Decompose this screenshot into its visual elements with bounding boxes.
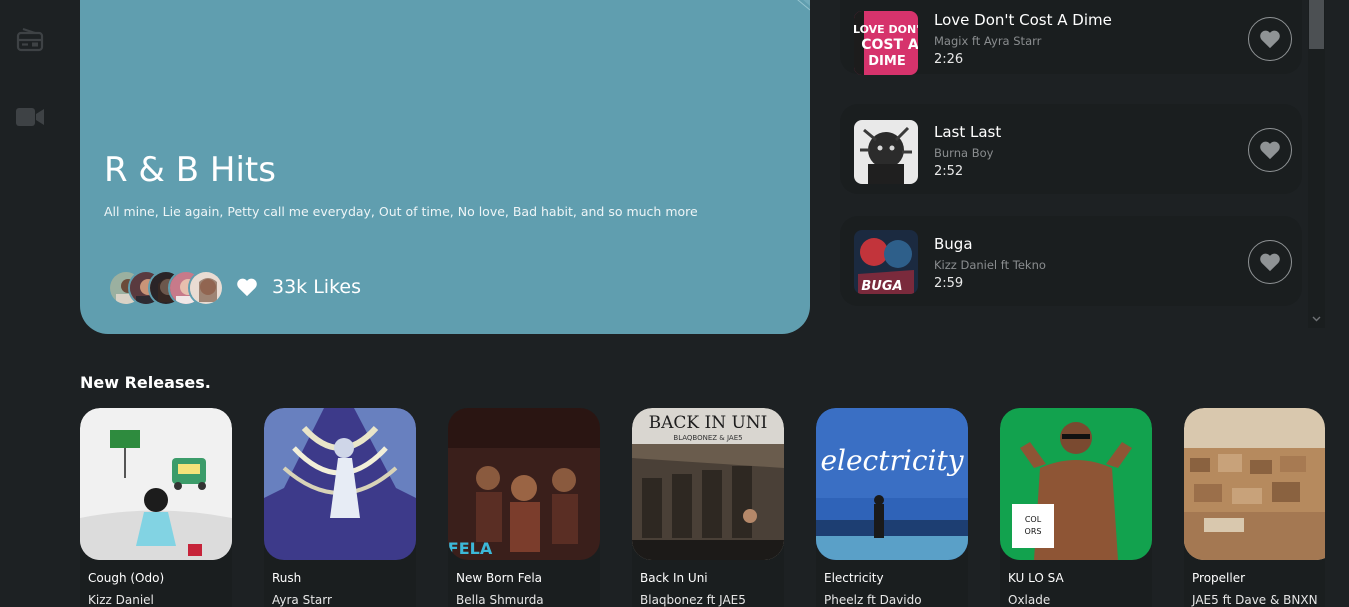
album-cover: FELA <box>448 408 600 560</box>
music-app: R & B Hits All mine, Lie again, Petty ca… <box>0 0 1349 607</box>
heart-icon <box>1260 253 1280 272</box>
release-artist: Bella Shmurda <box>456 593 544 607</box>
album-cover: BACK IN UNI BLAQBONEZ & JAE5 <box>632 408 784 560</box>
svg-text:COST A: COST A <box>861 37 918 53</box>
svg-text:electricity: electricity <box>820 444 964 477</box>
svg-text:DIME: DIME <box>868 54 905 69</box>
release-artist: Ayra Starr <box>272 593 332 607</box>
likes-label: 33k Likes <box>272 276 361 298</box>
album-cover: electricity <box>816 408 968 560</box>
album-cover: LOVE DON'T COST A DIME <box>854 11 918 75</box>
release-title: Back In Uni <box>640 571 708 585</box>
release-title: Electricity <box>824 571 884 585</box>
svg-text:LOVE DON'T: LOVE DON'T <box>854 23 918 36</box>
svg-text:BLAQBONEZ & JAE5: BLAQBONEZ & JAE5 <box>673 434 742 442</box>
release-card[interactable]: Propeller JAE5 ft Dave & BNXN <box>1184 408 1325 607</box>
release-artist: Oxlade <box>1008 593 1051 607</box>
favorite-button[interactable] <box>1248 17 1292 61</box>
release-card[interactable]: BACK IN UNI BLAQBONEZ & JAE5 Back In Uni… <box>632 408 784 607</box>
release-artist: Blaqbonez ft JAE5 <box>640 593 746 607</box>
top-charts-list: LOVE DON'T COST A DIME Love Don't Cost A… <box>838 0 1308 326</box>
release-title: Cough (Odo) <box>88 571 165 585</box>
sidebar <box>0 0 62 607</box>
song-duration: 2:52 <box>934 164 964 179</box>
favorite-button[interactable] <box>1248 128 1292 172</box>
release-card[interactable]: FELA New Born Fela Bella Shmurda <box>448 408 600 607</box>
radio-icon[interactable] <box>15 27 45 53</box>
song-title: Buga <box>934 235 973 253</box>
album-cover: BUGA <box>854 230 918 294</box>
release-title: Rush <box>272 571 302 585</box>
release-artist: Pheelz ft Davido <box>824 593 922 607</box>
heart-icon[interactable] <box>236 277 258 297</box>
release-title: Propeller <box>1192 571 1246 585</box>
song-title: Love Don't Cost A Dime <box>934 11 1112 29</box>
album-cover <box>80 408 232 560</box>
song-title: Last Last <box>934 123 1002 141</box>
song-duration: 2:26 <box>934 52 964 67</box>
scroll-down-icon[interactable] <box>1311 313 1322 324</box>
release-title: KU LO SA <box>1008 571 1064 585</box>
release-card[interactable]: electricity Electricity Pheelz ft Davido <box>816 408 968 607</box>
svg-text:COL: COL <box>1025 515 1042 524</box>
heart-icon <box>1260 30 1280 49</box>
svg-text:BACK IN UNI: BACK IN UNI <box>649 413 768 433</box>
svg-text:ORS: ORS <box>1025 527 1042 536</box>
album-cover <box>1184 408 1325 560</box>
playlist-description: All mine, Lie again, Petty call me every… <box>104 204 698 219</box>
svg-text:FELA: FELA <box>448 539 493 558</box>
song-duration: 2:59 <box>934 276 964 291</box>
song-artist: Burna Boy <box>934 146 994 160</box>
favorite-button[interactable] <box>1248 240 1292 284</box>
likes-counter: 33k Likes <box>236 276 361 298</box>
release-artist: Kizz Daniel <box>88 593 154 607</box>
avatar <box>188 270 224 306</box>
heart-icon <box>1260 141 1280 160</box>
video-icon[interactable] <box>15 104 45 130</box>
release-card[interactable]: Cough (Odo) Kizz Daniel <box>80 408 232 607</box>
svg-text:BUGA: BUGA <box>861 279 902 294</box>
playlist-title: R & B Hits <box>104 150 276 190</box>
chart-item[interactable]: Last Last Burna Boy 2:52 <box>840 104 1302 194</box>
release-card[interactable]: COL ORS KU LO SA Oxlade <box>1000 408 1152 607</box>
chart-item[interactable]: BUGA Buga Kizz Daniel ft Tekno 2:59 <box>840 216 1302 306</box>
release-card[interactable]: Rush Ayra Starr <box>264 408 416 607</box>
album-cover: COL ORS <box>1000 408 1152 560</box>
scrollbar-track[interactable] <box>1308 0 1325 328</box>
release-title: New Born Fela <box>456 571 543 585</box>
album-cover <box>264 408 416 560</box>
album-cover <box>854 120 918 184</box>
song-artist: Kizz Daniel ft Tekno <box>934 258 1046 272</box>
song-artist: Magix ft Ayra Starr <box>934 34 1042 48</box>
release-artist: JAE5 ft Dave & BNXN <box>1192 593 1318 607</box>
section-title: New Releases. <box>80 373 211 392</box>
playlist-hero-card[interactable]: R & B Hits All mine, Lie again, Petty ca… <box>80 0 810 334</box>
hero-decoration <box>797 0 810 11</box>
chart-item[interactable]: LOVE DON'T COST A DIME Love Don't Cost A… <box>840 0 1302 75</box>
scrollbar-thumb[interactable] <box>1309 0 1324 49</box>
